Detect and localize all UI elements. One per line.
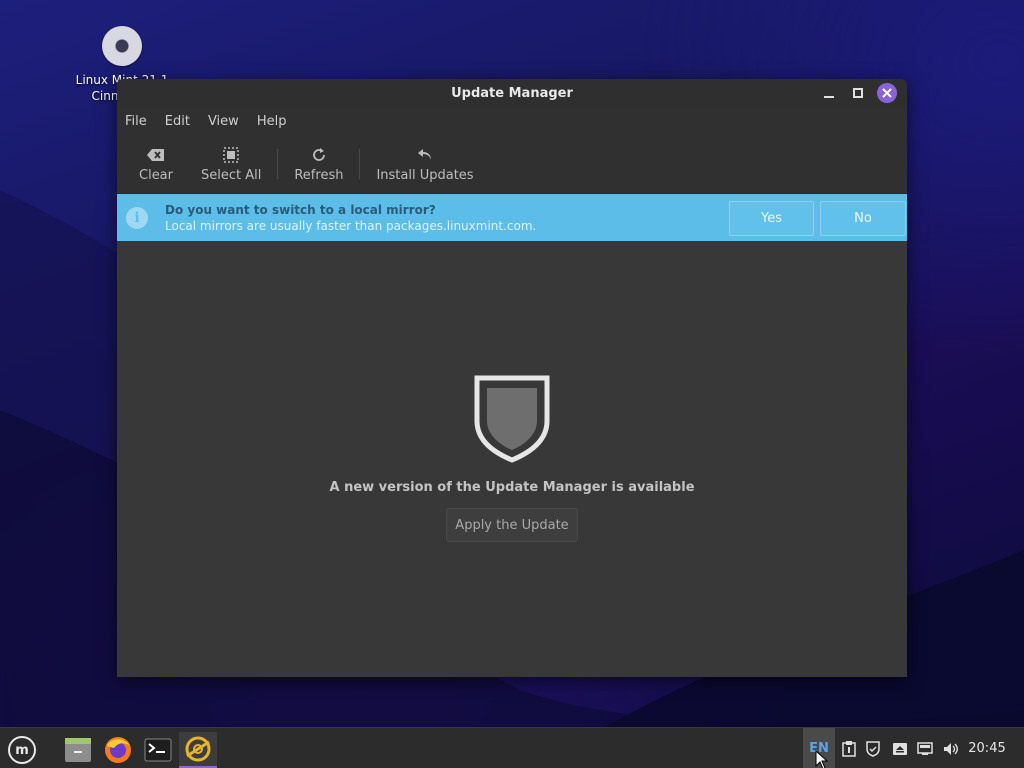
- minimize-icon: [824, 96, 834, 98]
- content-area: A new version of the Update Manager is a…: [117, 241, 907, 677]
- info-icon: i: [126, 207, 148, 229]
- terminal-launcher[interactable]: [139, 732, 177, 768]
- menubar: File Edit View Help: [117, 107, 907, 135]
- network-icon: [917, 741, 933, 755]
- close-button[interactable]: [877, 83, 897, 103]
- disc-icon: [102, 26, 142, 66]
- clear-icon: [147, 146, 165, 164]
- infobar-subtitle: Local mirrors are usually faster than pa…: [165, 219, 537, 233]
- select-all-button[interactable]: Select All: [187, 146, 275, 183]
- start-menu-button[interactable]: m: [4, 732, 40, 768]
- volume-tray[interactable]: [940, 728, 962, 768]
- mirror-infobar: i Do you want to switch to a local mirro…: [117, 194, 907, 242]
- clipboard-icon: [842, 740, 856, 757]
- clipboard-tray[interactable]: [838, 728, 860, 768]
- menu-edit[interactable]: Edit: [165, 114, 190, 129]
- install-updates-button[interactable]: Install Updates: [362, 146, 487, 183]
- install-icon: [417, 146, 433, 164]
- refresh-button[interactable]: Refresh: [280, 146, 357, 183]
- firefox-launcher[interactable]: [99, 732, 137, 768]
- toolbar: Clear Select All Refresh Install Updates: [117, 135, 907, 194]
- refresh-label: Refresh: [294, 167, 344, 183]
- window-title: Update Manager: [451, 85, 573, 101]
- update-manager-window: Update Manager File Edit View Help Clear…: [117, 79, 907, 677]
- mint-logo-icon: m: [8, 736, 36, 764]
- clear-button[interactable]: Clear: [125, 146, 187, 183]
- files-icon: [65, 738, 91, 762]
- select-all-label: Select All: [201, 167, 262, 183]
- update-tray[interactable]: [862, 728, 884, 768]
- shield-tray-icon: [866, 740, 880, 757]
- yes-button[interactable]: Yes: [729, 200, 814, 236]
- toolbar-separator: [359, 149, 361, 179]
- bottom-panel: m EN 20:45: [0, 727, 1024, 768]
- minimize-button[interactable]: [819, 83, 839, 103]
- close-icon: [882, 88, 892, 98]
- maximize-button[interactable]: [848, 83, 868, 103]
- install-updates-label: Install Updates: [376, 167, 474, 183]
- terminal-icon: [144, 738, 172, 762]
- no-button[interactable]: No: [820, 200, 906, 236]
- menu-help[interactable]: Help: [257, 114, 287, 129]
- network-tray[interactable]: [914, 728, 936, 768]
- refresh-icon: [311, 146, 327, 164]
- mouse-cursor-icon: [815, 750, 829, 768]
- infobar-title: Do you want to switch to a local mirror?: [165, 203, 436, 217]
- clock[interactable]: 20:45: [962, 728, 1012, 768]
- select-all-icon: [223, 146, 239, 164]
- toolbar-separator: [277, 149, 279, 179]
- update-manager-icon: [185, 736, 211, 762]
- update-manager-taskbar-button[interactable]: [179, 732, 217, 768]
- clear-label: Clear: [139, 167, 173, 183]
- apply-update-button[interactable]: Apply the Update: [446, 508, 578, 542]
- shield-icon: [474, 375, 550, 463]
- menu-view[interactable]: View: [208, 114, 239, 129]
- volume-icon: [944, 742, 958, 755]
- titlebar[interactable]: Update Manager: [117, 79, 907, 107]
- maximize-icon: [853, 88, 863, 98]
- removable-drive-tray[interactable]: [889, 728, 911, 768]
- files-launcher[interactable]: [59, 732, 97, 768]
- removable-drive-icon: [893, 742, 907, 755]
- menu-file[interactable]: File: [125, 114, 147, 129]
- firefox-icon: [105, 737, 131, 763]
- update-available-message: A new version of the Update Manager is a…: [329, 480, 695, 495]
